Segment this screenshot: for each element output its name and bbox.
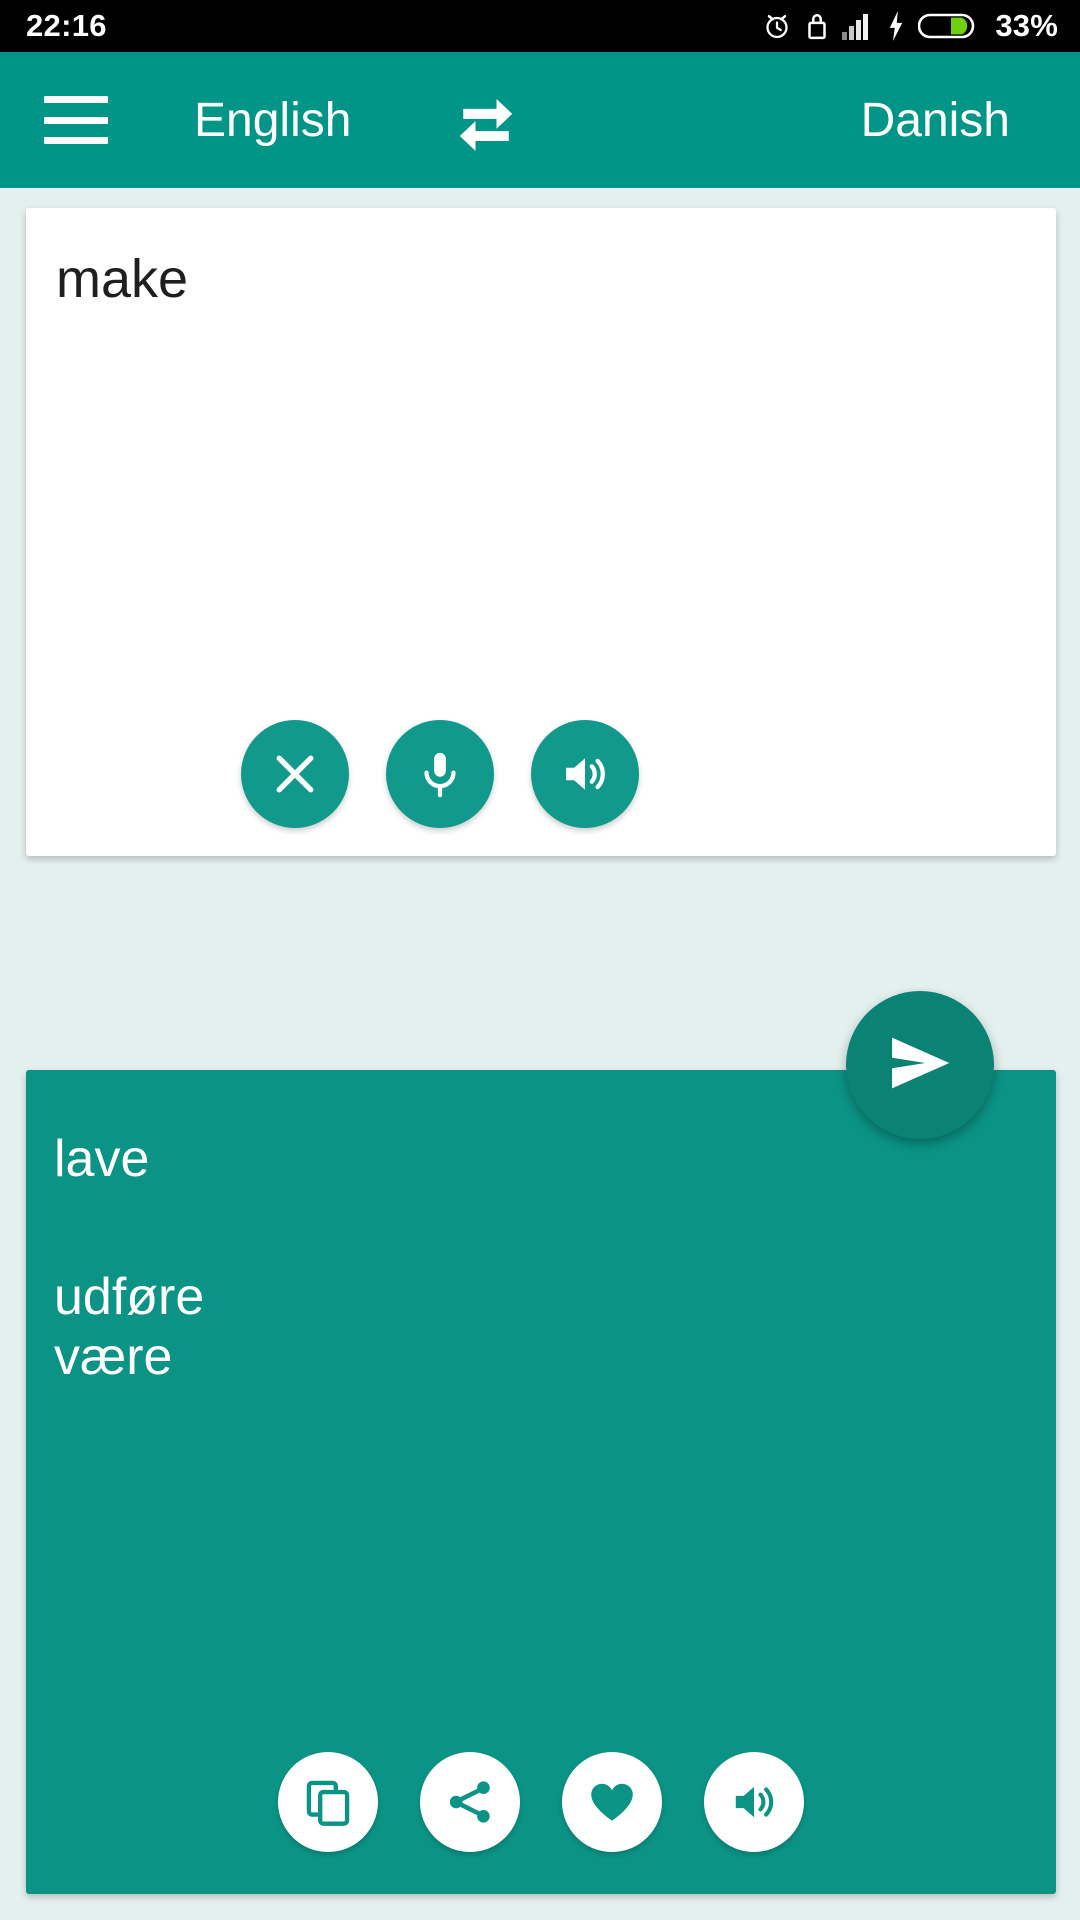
- share-button[interactable]: [420, 1752, 520, 1852]
- target-language-selector[interactable]: Danish: [861, 93, 1010, 148]
- speak-source-button[interactable]: [531, 720, 639, 828]
- hamburger-menu-icon[interactable]: [44, 96, 108, 144]
- primary-translation: lave: [54, 1130, 150, 1188]
- app-toolbar: English Danish: [0, 52, 1080, 188]
- charging-bolt-icon: [887, 11, 905, 41]
- swap-languages-icon[interactable]: [443, 77, 529, 163]
- translation-result-card[interactable]: lave udføre være: [26, 1070, 1056, 1894]
- close-icon: [268, 747, 322, 801]
- hamburger-bar: [44, 116, 108, 124]
- battery-icon: [918, 11, 976, 41]
- status-time: 22:16: [26, 8, 107, 43]
- hamburger-bar: [44, 96, 108, 103]
- alternative-translation-item: udføre: [54, 1268, 205, 1326]
- source-actions-row: [26, 720, 1056, 828]
- voice-input-button[interactable]: [386, 720, 494, 828]
- hamburger-bar: [44, 137, 108, 144]
- source-text-card[interactable]: make: [26, 208, 1056, 856]
- heart-icon: [586, 1776, 638, 1828]
- result-actions-row: [26, 1752, 1056, 1852]
- clear-button[interactable]: [241, 720, 349, 828]
- source-text-input[interactable]: make: [56, 246, 1026, 314]
- favorite-button[interactable]: [562, 1752, 662, 1852]
- status-bar: 22:16 33%: [0, 0, 1080, 52]
- signal-icon: [842, 12, 874, 40]
- lock-icon: [805, 11, 829, 41]
- source-language-selector[interactable]: English: [194, 93, 351, 148]
- speak-result-button[interactable]: [704, 1752, 804, 1852]
- send-button[interactable]: [846, 991, 994, 1139]
- microphone-icon: [413, 747, 467, 801]
- alarm-icon: [762, 11, 792, 41]
- alternative-translations: udføre være: [54, 1268, 1028, 1388]
- send-icon: [881, 1024, 959, 1107]
- alternative-translation-item: være: [54, 1328, 173, 1387]
- copy-button[interactable]: [278, 1752, 378, 1852]
- speaker-icon: [558, 747, 612, 801]
- battery-percent-label: 33%: [995, 8, 1058, 43]
- copy-icon: [302, 1776, 354, 1828]
- status-icon-group: 33%: [762, 8, 1058, 44]
- share-icon: [444, 1776, 496, 1828]
- speaker-icon: [728, 1776, 780, 1828]
